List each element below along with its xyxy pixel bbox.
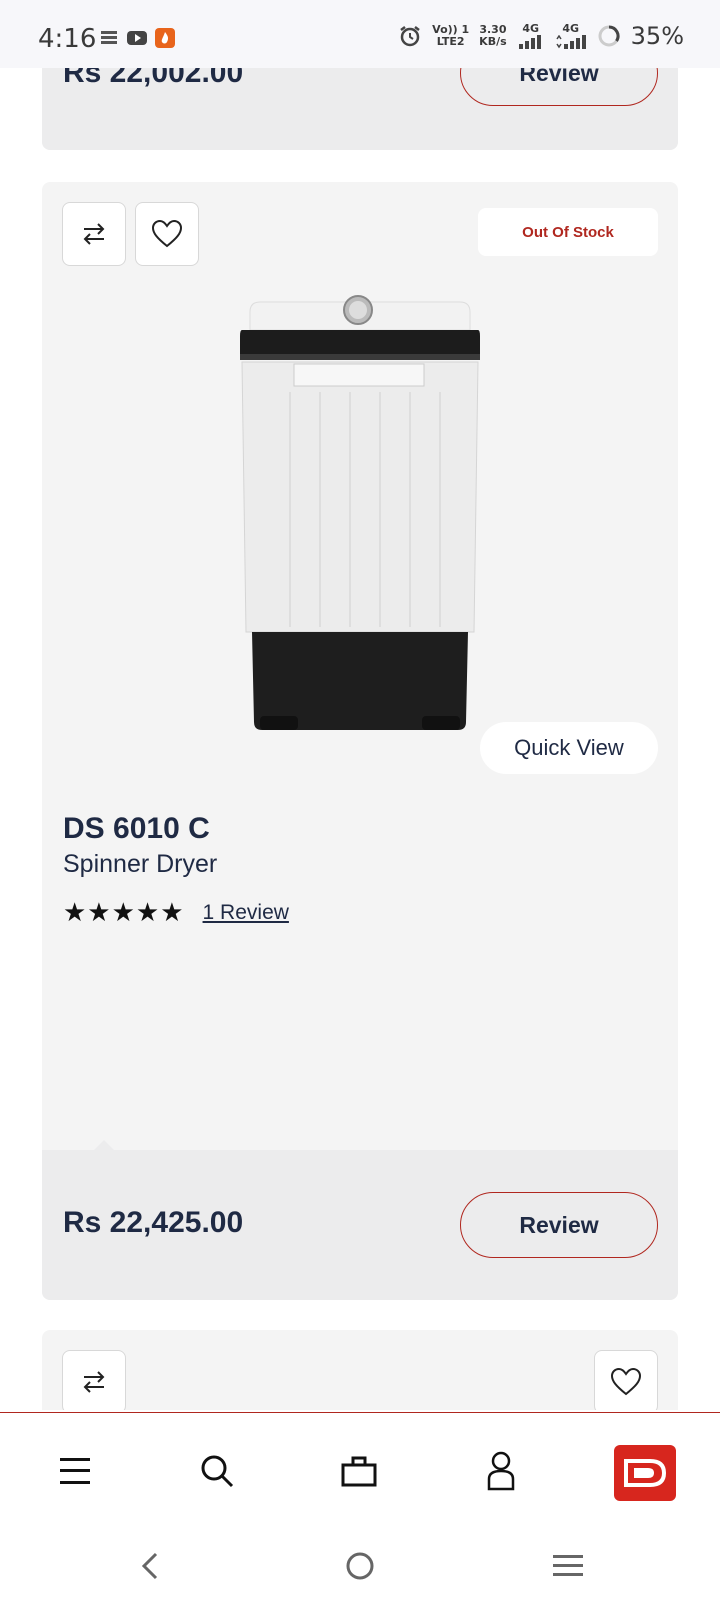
- stack-icon: [101, 31, 117, 44]
- product-card: Out Of Stock Quick View DS 6010 C Spinne…: [42, 182, 678, 1300]
- home-circle-icon: [346, 1552, 374, 1580]
- bag-icon: [341, 1456, 377, 1487]
- star-rating: ★★★★★: [63, 898, 185, 928]
- product-price: Rs 22,425.00: [63, 1206, 244, 1239]
- wishlist-button[interactable]: [135, 202, 199, 266]
- youtube-icon: [127, 31, 147, 45]
- brand-logo[interactable]: [614, 1445, 676, 1501]
- card-footer: Rs 22,425.00 Review: [42, 1150, 678, 1300]
- status-bar: 4:16 Vo)) 1 LTE2 3.30 KB/s 4G 4G 35%: [0, 0, 720, 68]
- flame-app-icon: [155, 28, 175, 48]
- user-icon: [487, 1451, 515, 1491]
- heart-icon: [610, 1367, 642, 1396]
- stock-status-badge: Out Of Stock: [478, 208, 658, 256]
- network-speed: 3.30 KB/s: [479, 23, 507, 48]
- battery-ring-icon: [598, 25, 620, 47]
- status-time: 4:16: [38, 24, 97, 54]
- rating: ★★★★★ 1 Review: [63, 898, 289, 928]
- review-button[interactable]: Review: [460, 1192, 658, 1258]
- product-subtitle: Spinner Dryer: [63, 850, 218, 878]
- notification-icons: [98, 28, 176, 48]
- product-image[interactable]: [230, 292, 490, 732]
- swap-arrows-icon: [83, 223, 105, 245]
- search-button[interactable]: [195, 1449, 239, 1493]
- compare-button[interactable]: [62, 202, 126, 266]
- battery-percent: 35%: [630, 22, 684, 50]
- volte-indicator: Vo)) 1 LTE2: [432, 23, 470, 48]
- signal-bars-icon: [556, 35, 586, 49]
- review-count-link[interactable]: 1 Review: [203, 901, 289, 925]
- product-card-next: [42, 1330, 678, 1410]
- recents-button[interactable]: [548, 1546, 588, 1586]
- signal-1: 4G: [517, 23, 545, 49]
- home-button[interactable]: [340, 1546, 380, 1586]
- compare-button[interactable]: [62, 1350, 126, 1410]
- swap-arrows-icon: [83, 1371, 105, 1393]
- heart-icon: [151, 219, 183, 248]
- wishlist-button[interactable]: [594, 1350, 658, 1410]
- back-button[interactable]: [130, 1546, 170, 1586]
- back-chevron-icon: [141, 1552, 158, 1580]
- signal-bars-icon: [518, 35, 541, 49]
- cart-button[interactable]: [337, 1449, 381, 1493]
- alarm-icon: [400, 26, 420, 47]
- menu-button[interactable]: [53, 1449, 97, 1493]
- recents-lines-icon: [553, 1555, 583, 1576]
- status-indicators: Vo)) 1 LTE2 3.30 KB/s 4G 4G 35%: [398, 22, 684, 50]
- signal-2: 4G: [555, 23, 587, 49]
- footer-tip: [94, 1140, 114, 1150]
- dawlance-logo-icon: [624, 1459, 667, 1487]
- product-model[interactable]: DS 6010 C: [63, 812, 210, 846]
- menu-icon: [60, 1458, 90, 1484]
- account-button[interactable]: [479, 1449, 523, 1493]
- bottom-navigation: [0, 1412, 720, 1524]
- system-navigation: [0, 1524, 720, 1608]
- quick-view-button[interactable]: Quick View: [480, 722, 658, 774]
- search-icon: [201, 1455, 234, 1488]
